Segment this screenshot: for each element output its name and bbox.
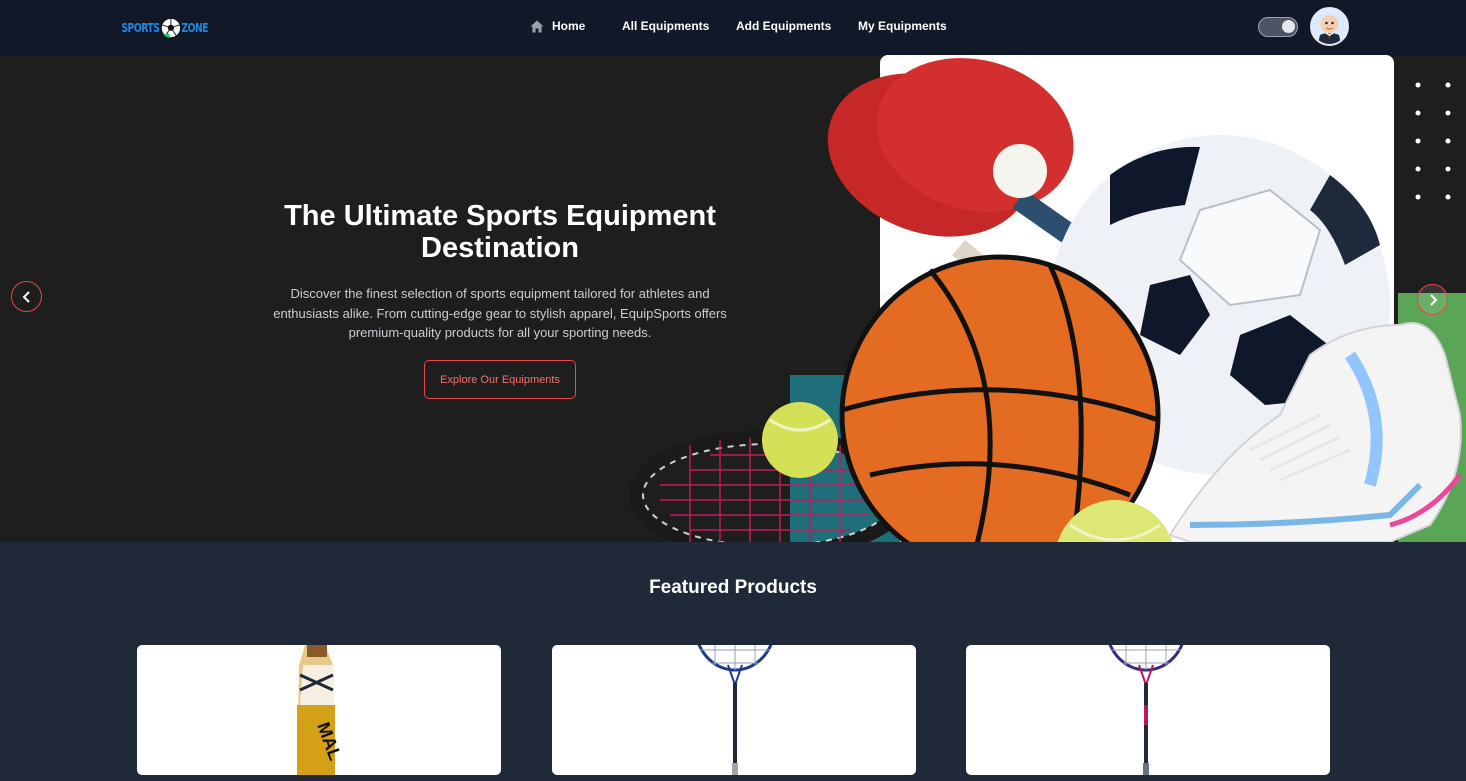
nav-my-equipments[interactable]: My Equipments [858,19,947,33]
navbar: SPORTS ZONE Home All Equipments Add Equi… [0,0,1466,55]
product-card[interactable] [552,645,916,775]
theme-toggle[interactable] [1258,17,1298,37]
hero-title: The Ultimate Sports Equipment Destinatio… [284,200,716,264]
hero-sports-image [630,55,1466,542]
featured-products-title: Featured Products [649,577,817,598]
nav-add-equipments[interactable]: Add Equipments [736,19,831,33]
badminton-racket-image [697,645,773,775]
cricket-bat-image: MAL [297,645,345,775]
slider-next-button[interactable] [1417,284,1448,315]
decorative-dots [1415,82,1451,200]
nav-home[interactable]: Home [530,19,585,33]
explore-equipments-button[interactable]: Explore Our Equipments [424,360,576,399]
avatar-image [1312,9,1347,44]
nav-all-equipments[interactable]: All Equipments [622,19,709,33]
product-card[interactable] [966,645,1330,775]
product-card[interactable]: MAL [137,645,501,775]
toggle-knob [1282,20,1295,33]
nav-home-label: Home [552,19,586,33]
main-nav: Home All Equipments Add Equipments My Eq… [0,0,1466,55]
badminton-racket-image [1108,645,1184,775]
hero-slider: The Ultimate Sports Equipment Destinatio… [0,55,1466,542]
slider-prev-button[interactable] [11,281,42,312]
chevron-right-icon [1429,293,1437,306]
user-avatar[interactable] [1310,7,1349,46]
chevron-left-icon [22,290,30,303]
hero-description: Discover the finest selection of sports … [273,286,727,340]
home-icon [530,20,544,32]
